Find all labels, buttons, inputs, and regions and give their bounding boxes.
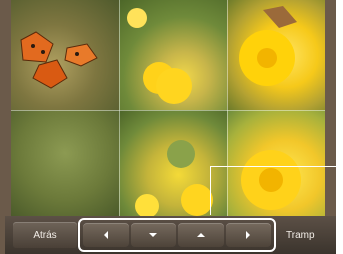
move-down-button[interactable] [130, 223, 176, 247]
arrow-button-group [78, 218, 276, 252]
arrow-left-icon [103, 231, 108, 239]
move-up-button[interactable] [178, 223, 224, 247]
arrow-right-icon [246, 231, 251, 239]
flower-icon [239, 6, 297, 86]
puzzle-tile-1[interactable] [11, 0, 119, 110]
flower-icon [127, 8, 192, 104]
grid-divider [119, 0, 120, 218]
move-left-button[interactable] [83, 223, 129, 247]
butterfly-icon [20, 31, 98, 89]
back-button[interactable]: Atrás [13, 222, 77, 248]
puzzle-tile-2[interactable] [119, 0, 227, 110]
move-right-button[interactable] [225, 223, 271, 247]
trap-button[interactable]: Tramp [286, 222, 330, 248]
arrow-down-icon [149, 233, 158, 237]
arrow-up-icon [196, 233, 205, 237]
callout-line [210, 166, 338, 215]
navigation-toolbar: Atrás Tramp [5, 216, 336, 254]
puzzle-tile-4[interactable] [11, 110, 119, 218]
grid-divider [11, 110, 325, 111]
puzzle-tile-3[interactable] [227, 0, 325, 110]
